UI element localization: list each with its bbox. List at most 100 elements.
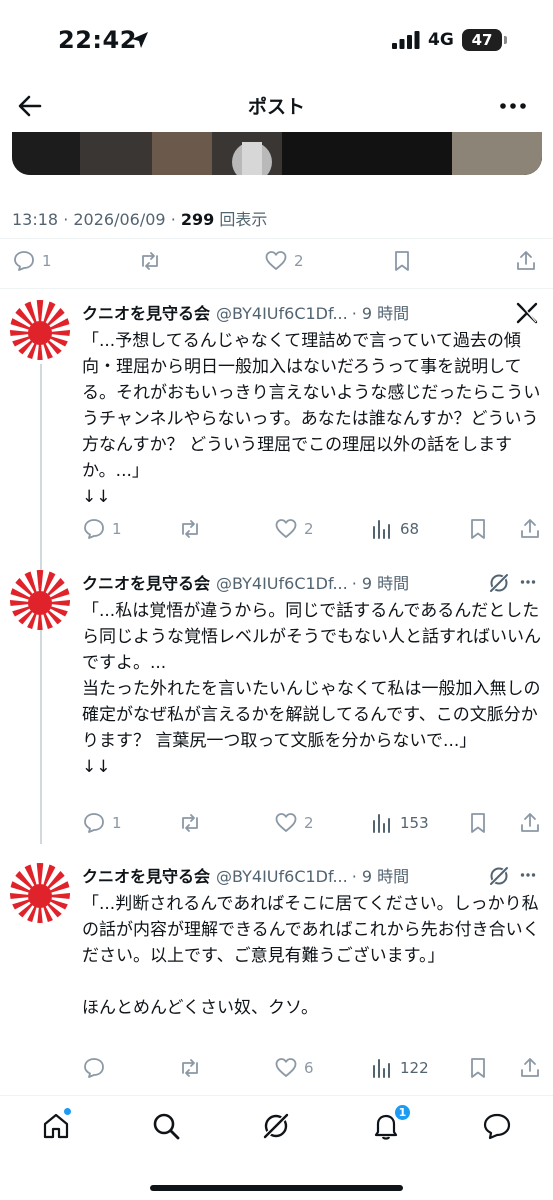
reply-header: クニオを見守る会 @BY4IUf6C1Df... · 9 時間	[82, 300, 409, 324]
post-views: 299	[180, 210, 215, 229]
repost-icon	[142, 252, 158, 270]
repost-icon	[182, 814, 198, 832]
message-bubble-icon	[483, 1113, 511, 1140]
grok-icon[interactable]	[488, 572, 510, 594]
more-options-icon[interactable]	[520, 867, 536, 883]
tab-grok[interactable]	[260, 1110, 292, 1142]
analytics-icon	[373, 1059, 390, 1078]
heart-icon	[275, 1058, 297, 1077]
repost-button[interactable]	[138, 246, 162, 276]
notification-count-badge: 1	[393, 1103, 412, 1122]
like-button[interactable]: 2	[274, 808, 314, 838]
nav-header: ポスト	[0, 80, 553, 132]
like-count: 2	[304, 520, 314, 538]
repost-icon	[182, 1059, 198, 1077]
views-label: 回表示	[219, 210, 268, 229]
like-button[interactable]: 6	[274, 1053, 314, 1083]
reply-button[interactable]: 1	[12, 246, 52, 276]
repost-button[interactable]	[178, 514, 208, 544]
post-action-bar: 1 2	[12, 246, 542, 276]
bookmark-button[interactable]	[390, 246, 414, 276]
display-name[interactable]: クニオを見守る会	[82, 304, 210, 323]
bookmark-button[interactable]	[466, 514, 490, 544]
more-options-icon[interactable]	[520, 574, 536, 590]
reply-icon	[84, 813, 104, 833]
reply-timestamp[interactable]: · 9 時間	[352, 574, 409, 593]
bookmark-icon	[471, 519, 485, 539]
like-count: 2	[304, 814, 314, 832]
display-name[interactable]: クニオを見守る会	[82, 574, 210, 593]
post-media[interactable]	[12, 132, 542, 175]
avatar[interactable]	[10, 300, 70, 360]
back-arrow-icon[interactable]	[16, 92, 44, 120]
heart-icon	[265, 251, 287, 270]
reply-button[interactable]: 1	[82, 808, 122, 838]
like-button[interactable]: 2	[264, 246, 304, 276]
grok-icon	[262, 1112, 290, 1140]
bookmark-icon	[471, 1058, 485, 1078]
rising-sun-avatar-icon	[10, 570, 70, 630]
reply-header: クニオを見守る会 @BY4IUf6C1Df... · 9 時間	[82, 863, 409, 887]
post-time: 13:18	[12, 210, 59, 229]
reply-action-bar: 1 2 68	[82, 514, 542, 544]
battery-tip	[504, 36, 507, 44]
media-thumbnail	[12, 132, 542, 175]
repost-button[interactable]	[178, 1053, 208, 1083]
share-button[interactable]	[518, 514, 542, 544]
share-icon	[521, 519, 539, 538]
reply-tweet[interactable]: クニオを見守る会 @BY4IUf6C1Df... · 9 時間 「...私は覚悟が違…	[0, 570, 553, 845]
user-handle[interactable]: @BY4IUf6C1Df...	[216, 867, 348, 886]
meta-separator: ·	[170, 210, 181, 229]
tab-messages[interactable]	[481, 1110, 513, 1142]
reply-action-bar: 6 122	[82, 1053, 542, 1083]
share-button[interactable]	[518, 808, 542, 838]
heart-icon	[275, 813, 297, 832]
share-icon	[521, 813, 539, 832]
like-button[interactable]: 2	[274, 514, 314, 544]
display-name[interactable]: クニオを見守る会	[82, 867, 210, 886]
view-count: 122	[400, 1059, 429, 1077]
views-button[interactable]: 68	[370, 514, 419, 544]
reply-tweet[interactable]: クニオを見守る会 @BY4IUf6C1Df... · 9 時間 「...判断されるん…	[0, 863, 553, 1083]
share-button[interactable]	[518, 1053, 542, 1083]
user-handle[interactable]: @BY4IUf6C1Df...	[216, 574, 348, 593]
status-bar: 22:42 4G 47	[0, 0, 553, 80]
bookmark-button[interactable]	[466, 1053, 490, 1083]
reply-action-bar: 1 2 153	[82, 808, 542, 838]
home-indicator	[150, 1185, 403, 1191]
x-logo-icon[interactable]	[516, 302, 538, 324]
grok-icon[interactable]	[488, 865, 510, 887]
reply-timestamp[interactable]: · 9 時間	[352, 867, 409, 886]
tab-search[interactable]	[150, 1110, 182, 1142]
bookmark-button[interactable]	[466, 808, 490, 838]
like-count: 2	[294, 252, 304, 270]
status-time: 22:42	[58, 26, 137, 54]
reply-button[interactable]	[82, 1053, 112, 1083]
rising-sun-avatar-icon	[10, 300, 70, 360]
reply-icon	[14, 251, 34, 271]
avatar[interactable]	[10, 863, 70, 923]
repost-icon	[182, 520, 198, 538]
user-handle[interactable]: @BY4IUf6C1Df...	[216, 304, 348, 323]
more-options-icon[interactable]	[497, 94, 529, 118]
share-icon	[521, 1058, 539, 1077]
views-button[interactable]: 153	[370, 808, 429, 838]
reply-count: 1	[42, 252, 52, 270]
location-arrow-icon	[132, 32, 148, 48]
reply-tweet[interactable]: クニオを見守る会 @BY4IUf6C1Df... · 9 時間 「...予想してるん…	[0, 300, 553, 550]
reply-button[interactable]: 1	[82, 514, 122, 544]
post-meta: 13:18 · 2026/06/09 · 299 回表示	[12, 206, 267, 230]
repost-button[interactable]	[178, 808, 208, 838]
bookmark-icon	[395, 251, 409, 271]
post-date: 2026/06/09	[73, 210, 166, 229]
views-button[interactable]: 122	[370, 1053, 429, 1083]
reply-text: 「...私は覚悟が違うから。同じで話するんであるんだとしたら同じような覚悟レベル…	[82, 601, 541, 777]
divider	[0, 288, 553, 289]
like-count: 6	[304, 1059, 314, 1077]
rising-sun-avatar-icon	[10, 863, 70, 923]
avatar[interactable]	[10, 570, 70, 630]
reply-timestamp[interactable]: · 9 時間	[352, 304, 409, 323]
share-button[interactable]	[514, 246, 538, 276]
reply-count: 1	[112, 520, 122, 538]
reply-icon	[84, 1058, 104, 1078]
